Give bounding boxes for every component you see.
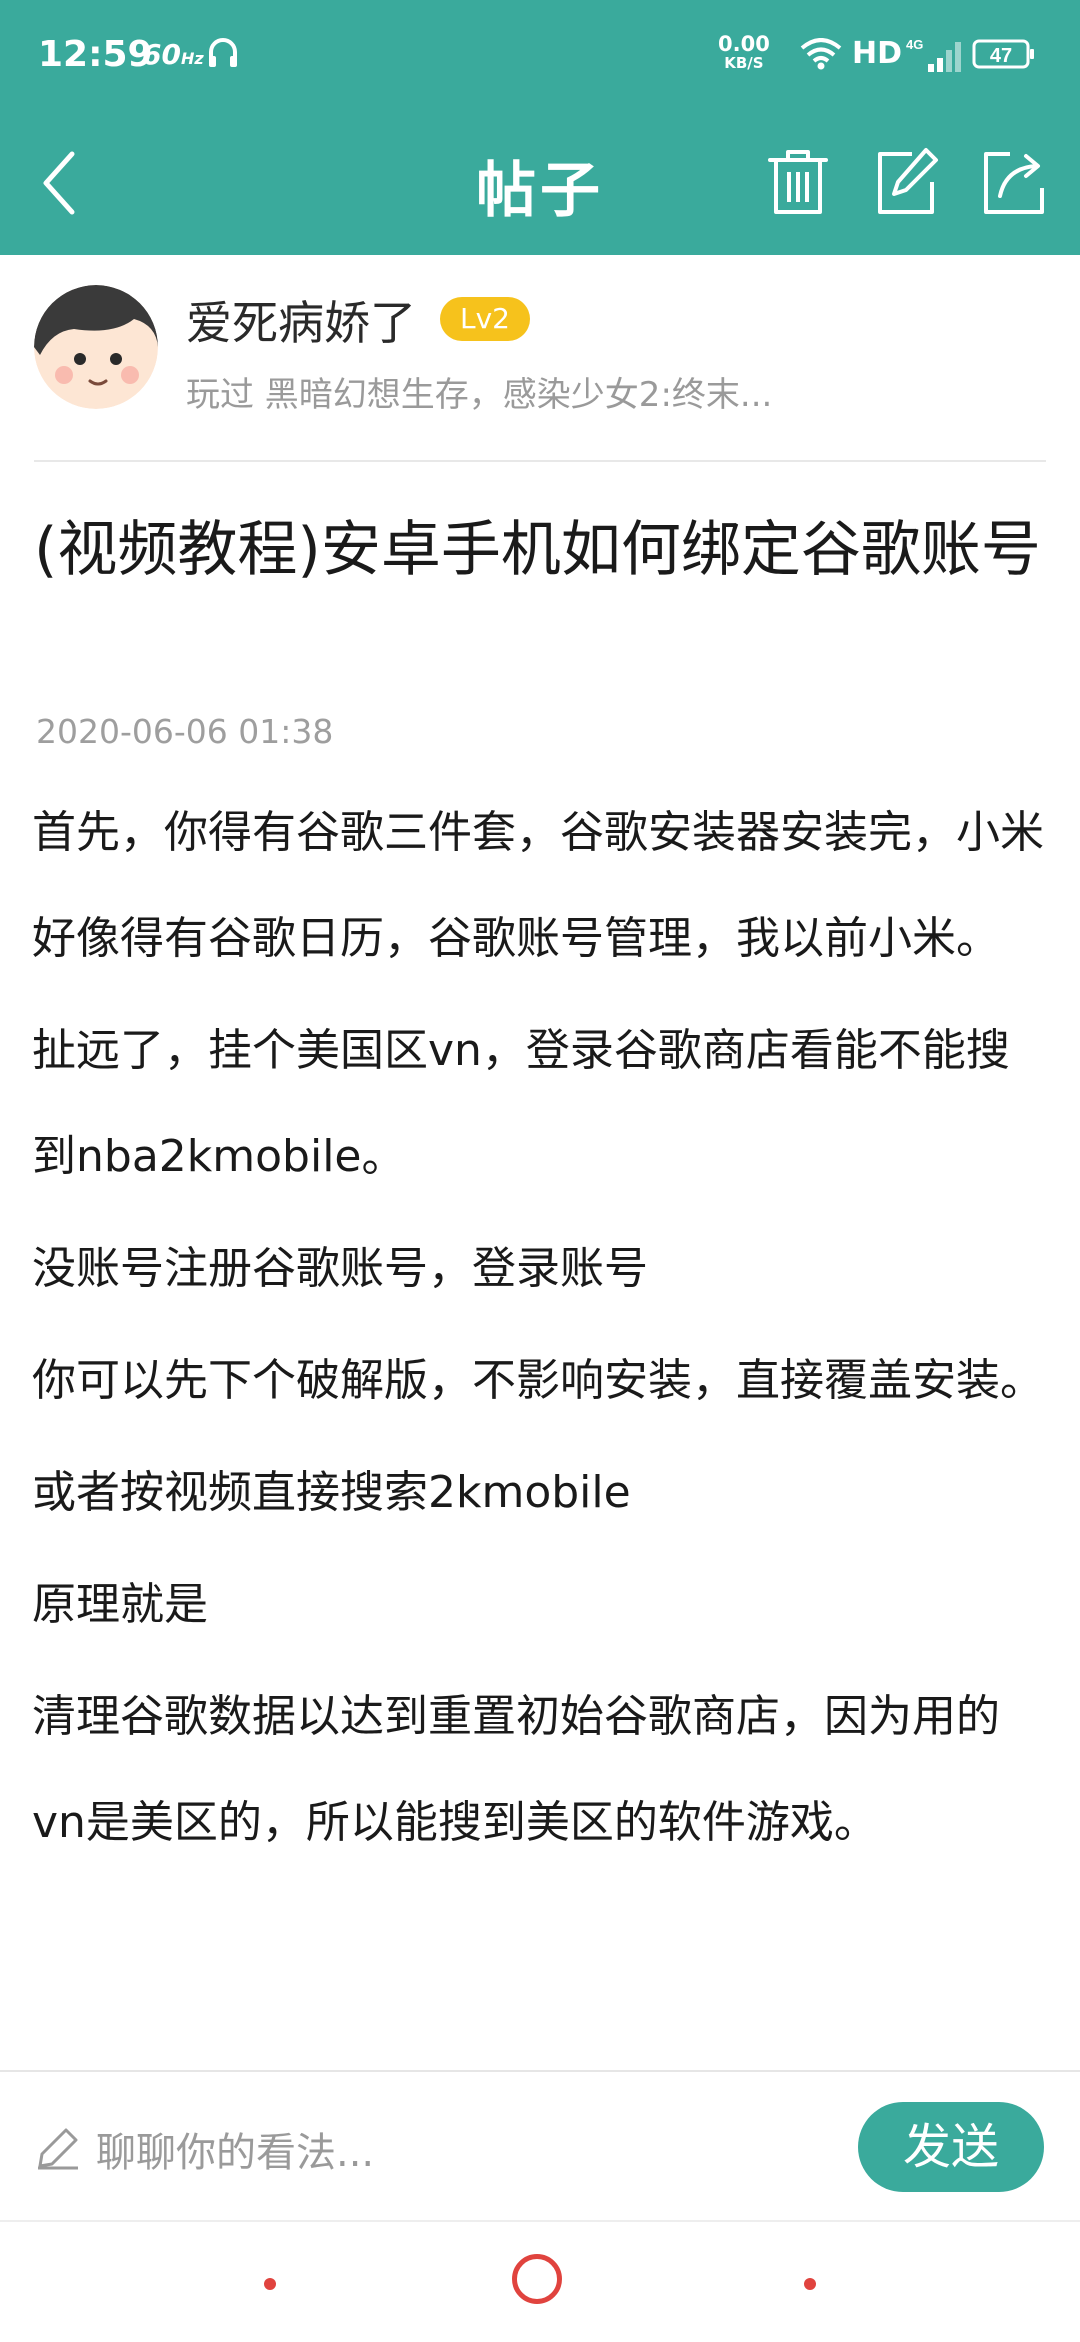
svg-text:4G: 4G: [906, 37, 923, 52]
app-header: 12:59 60Hz 0.00 KB/S HD 4G 47 帖子: [0, 0, 1080, 255]
nav-back-button[interactable]: [804, 2278, 816, 2290]
avatar[interactable]: [34, 285, 158, 409]
post-paragraph: 没账号注册谷歌账号，登录账号: [32, 1243, 648, 1294]
post-paragraph: 或者按视频直接搜索2kmobile: [32, 1467, 631, 1518]
nav-home-button[interactable]: [512, 2254, 562, 2304]
net-speed: 0.00 KB/S: [718, 32, 770, 72]
status-time: 12:59: [38, 34, 153, 75]
author-info: 爱死病娇了 Lv2 玩过 黑暗幻想生存，感染少女2:终末...: [0, 255, 1080, 461]
post-content: 首先，你得有谷歌三件套，谷歌安装器安装完，小米好像得有谷歌日历，谷歌账号管理，我…: [32, 780, 1052, 1882]
post-title: (视频教程)安卓手机如何绑定谷歌账号: [34, 515, 1041, 585]
comment-input[interactable]: 聊聊你的看法...: [96, 2120, 374, 2178]
divider: [34, 460, 1046, 462]
send-button[interactable]: 发送: [858, 2102, 1044, 2192]
edit-icon[interactable]: [872, 146, 940, 218]
post-paragraph: 首先，你得有谷歌三件套，谷歌安装器安装完，小米好像得有谷歌日历，谷歌账号管理，我…: [32, 807, 1044, 964]
share-icon[interactable]: [980, 146, 1048, 218]
pencil-icon: [38, 2128, 78, 2170]
status-bar: 12:59 60Hz 0.00 KB/S HD 4G 47: [0, 0, 1080, 110]
signal-icon: 4G: [906, 37, 961, 72]
author-name[interactable]: 爱死病娇了: [186, 287, 416, 353]
battery-icon: 47: [972, 39, 1034, 69]
post-paragraph: 扯远了，挂个美国区vn，登录谷歌商店看能不能搜到nba2kmobile。: [32, 1025, 1010, 1182]
post-paragraph: 你可以先下个破解版，不影响安装，直接覆盖安装。: [32, 1355, 1044, 1406]
headphones-icon: [209, 38, 237, 67]
system-nav-bar: [0, 2220, 1080, 2342]
post-paragraph: 原理就是: [32, 1579, 208, 1630]
nav-menu-button[interactable]: [264, 2278, 276, 2290]
played-games: 玩过 黑暗幻想生存，感染少女2:终末...: [186, 375, 773, 415]
trash-icon[interactable]: [764, 146, 832, 218]
post-date: 2020-06-06 01:38: [36, 712, 334, 751]
comment-bar: 聊聊你的看法... 发送: [0, 2070, 1080, 2222]
level-badge: Lv2: [440, 297, 530, 341]
post-paragraph: 清理谷歌数据以达到重置初始谷歌商店，因为用的vn是美区的，所以能搜到美区的软件游…: [32, 1691, 1000, 1848]
title-bar: 帖子: [0, 110, 1080, 255]
hd-indicator: HD: [852, 36, 903, 71]
svg-text:47: 47: [990, 45, 1012, 67]
wifi-icon: [800, 38, 842, 70]
refresh-rate: 60Hz: [142, 38, 204, 71]
